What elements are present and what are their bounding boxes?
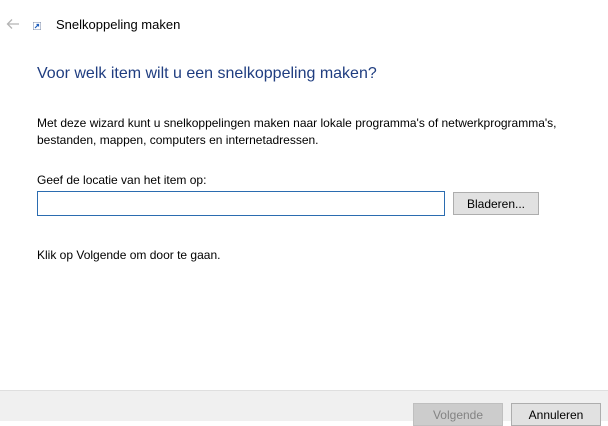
shortcut-wizard: Snelkoppeling maken Voor welk item wilt … xyxy=(0,0,608,426)
arrow-left-icon xyxy=(6,19,19,29)
window-title: Snelkoppeling maken xyxy=(56,17,181,32)
cancel-button[interactable]: Annuleren xyxy=(511,403,601,426)
wizard-description: Met deze wizard kunt u snelkoppelingen m… xyxy=(37,116,557,147)
next-button[interactable]: Volgende xyxy=(413,403,503,426)
back-button[interactable] xyxy=(3,13,23,35)
wizard-header: Snelkoppeling maken xyxy=(0,0,608,48)
shortcut-icon xyxy=(33,22,41,30)
page-heading: Voor welk item wilt u een snelkoppeling … xyxy=(37,65,377,82)
location-label: Geef de locatie van het item op: xyxy=(37,173,207,187)
next-hint: Klik op Volgende om door te gaan. xyxy=(37,248,221,262)
location-input[interactable] xyxy=(37,191,445,216)
browse-button[interactable]: Bladeren... xyxy=(453,192,539,215)
wizard-footer: Volgende Annuleren xyxy=(0,390,608,426)
